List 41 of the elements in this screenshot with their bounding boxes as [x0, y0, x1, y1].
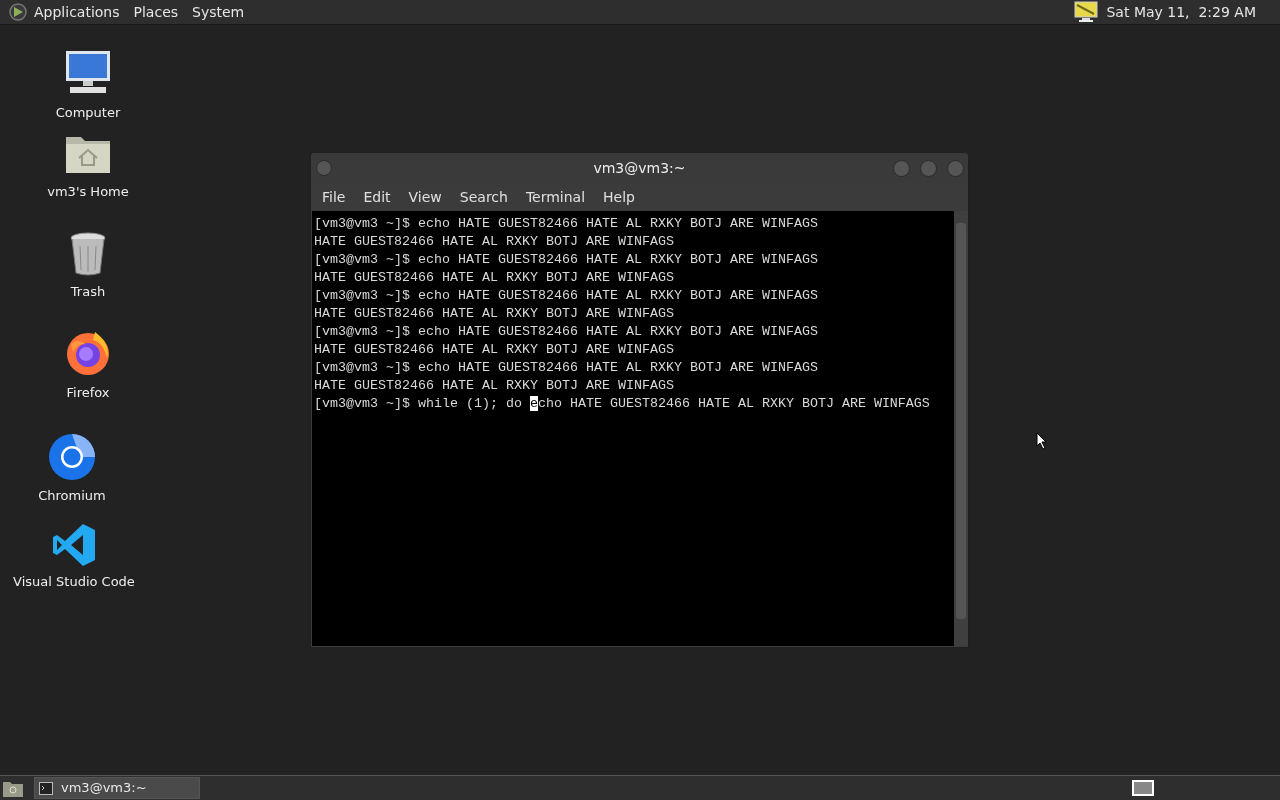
- mouse-pointer-icon: [1036, 432, 1048, 450]
- monitor-icon[interactable]: [1074, 1, 1099, 23]
- icon-label[interactable]: Firefox: [66, 383, 110, 403]
- firefox-icon[interactable]: [65, 330, 111, 376]
- menu-item[interactable]: File: [313, 186, 355, 208]
- trash-icon[interactable]: [69, 232, 107, 276]
- terminal-input-line: [vm3@vm3 ~]$ while (1); do echo HATE GUEST82466 HATE AL RXKY BOTJ ARE WINFAGS: [314, 395, 931, 413]
- panel-menu[interactable]: System: [192, 1, 245, 23]
- taskbar-window-button[interactable]: vm3@vm3:~: [34, 777, 200, 799]
- terminal-line: HATE GUEST82466 HATE AL RXKY BOTJ ARE WINFAGS: [314, 233, 675, 251]
- terminal-line: [vm3@vm3 ~]$ echo HATE GUEST82466 HATE AL RXKY BOTJ ARE WINFAGS: [314, 251, 819, 269]
- menu-item[interactable]: View: [399, 186, 451, 208]
- scrollbar[interactable]: [954, 211, 968, 646]
- icon-label[interactable]: Chromium: [38, 486, 106, 506]
- chromium-icon[interactable]: [48, 433, 96, 481]
- home-folder-icon[interactable]: [65, 134, 111, 174]
- computer-icon[interactable]: [63, 50, 113, 96]
- panel-menu[interactable]: Places: [133, 1, 179, 23]
- icon-label[interactable]: Computer: [55, 103, 121, 123]
- terminal-line: [vm3@vm3 ~]$ echo HATE GUEST82466 HATE AL RXKY BOTJ ARE WINFAGS: [314, 323, 819, 341]
- terminal-line: HATE GUEST82466 HATE AL RXKY BOTJ ARE WINFAGS: [314, 341, 675, 359]
- terminal-line: HATE GUEST82466 HATE AL RXKY BOTJ ARE WINFAGS: [314, 305, 675, 323]
- icon-label[interactable]: Trash: [70, 282, 106, 302]
- terminal-line: HATE GUEST82466 HATE AL RXKY BOTJ ARE WINFAGS: [314, 269, 675, 287]
- clock[interactable]: Sat May 11, 2:29 AM: [1106, 1, 1256, 23]
- window-title: vm3@vm3:~: [593, 158, 686, 178]
- menu-item[interactable]: Help: [594, 186, 644, 208]
- terminal-icon: [39, 781, 53, 795]
- menu-item[interactable]: Edit: [354, 186, 400, 208]
- terminal-line: [vm3@vm3 ~]$ echo HATE GUEST82466 HATE AL RXKY BOTJ ARE WINFAGS: [314, 287, 819, 305]
- panel-menu[interactable]: Applications: [34, 1, 120, 23]
- icon-label[interactable]: vm3's Home: [47, 182, 129, 202]
- menu-item[interactable]: Search: [450, 186, 517, 208]
- terminal-line: [vm3@vm3 ~]$ echo HATE GUEST82466 HATE AL RXKY BOTJ ARE WINFAGS: [314, 359, 819, 377]
- menu-item[interactable]: Terminal: [516, 186, 595, 208]
- menu-logo-icon[interactable]: [8, 2, 28, 22]
- icon-label[interactable]: Visual Studio Code: [13, 572, 135, 592]
- workspace-switcher[interactable]: [1132, 780, 1154, 796]
- terminal-line: [vm3@vm3 ~]$ echo HATE GUEST82466 HATE AL RXKY BOTJ ARE WINFAGS: [314, 215, 819, 233]
- terminal-line: HATE GUEST82466 HATE AL RXKY BOTJ ARE WINFAGS: [314, 377, 675, 395]
- code-editor-icon[interactable]: [52, 523, 96, 567]
